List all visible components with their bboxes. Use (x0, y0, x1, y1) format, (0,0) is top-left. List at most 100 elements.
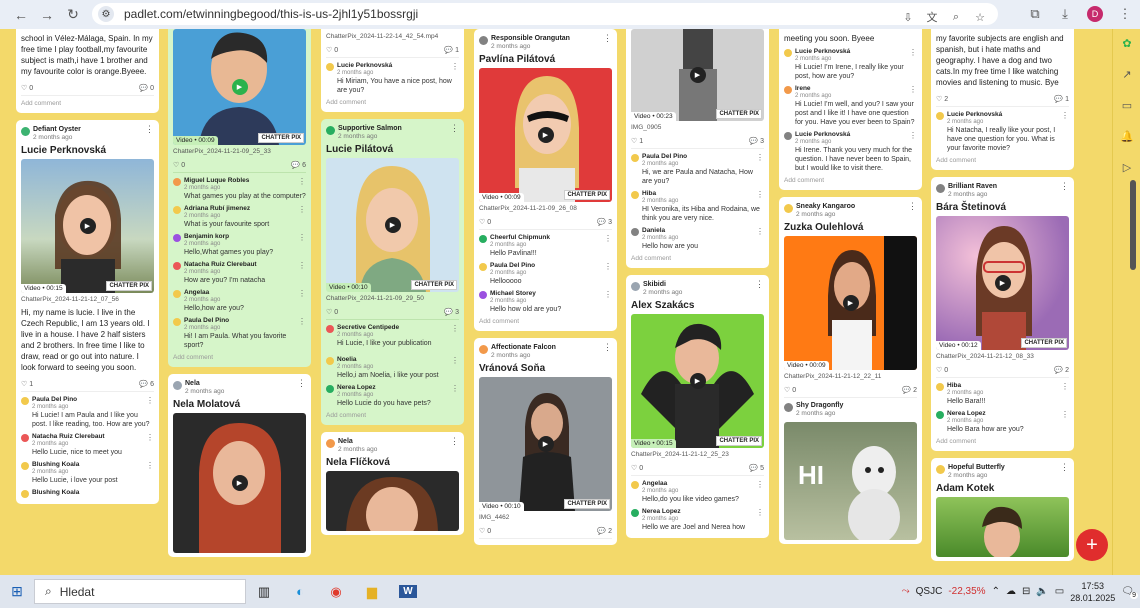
install-app-icon[interactable]: ⇩ (898, 7, 918, 27)
comment-menu-icon[interactable]: ⋮ (604, 290, 612, 299)
comment-menu-icon[interactable]: ⋮ (298, 317, 306, 326)
site-info-icon[interactable]: ⚙ (98, 6, 114, 22)
like-icon[interactable]: ♡ 0 (784, 386, 796, 394)
comment-menu-icon[interactable]: ⋮ (298, 261, 306, 270)
add-comment[interactable]: Add comment (479, 318, 612, 325)
comment-menu-icon[interactable]: ⋮ (146, 461, 154, 470)
comment-menu-icon[interactable]: ⋮ (146, 396, 154, 405)
comment-icon[interactable]: 💬 6 (139, 380, 154, 388)
comment-menu-icon[interactable]: ⋮ (909, 48, 917, 57)
bookmark-star-icon[interactable]: ☆ (970, 7, 990, 27)
video-thumbnail[interactable]: ▶ Video • 00:10 CHATTER PIX (479, 377, 612, 511)
post-card[interactable]: ▶ Video • 00:23 CHATTER PIX IMG_0905 ♡ 1… (626, 29, 769, 268)
profile-button[interactable]: D (1080, 2, 1110, 26)
post-card[interactable]: ⋮ Brilliant Raven 2 months ago Bára Šteti… (931, 177, 1074, 451)
comment-menu-icon[interactable]: ⋮ (756, 480, 764, 489)
like-icon[interactable]: ♡ 0 (21, 84, 33, 92)
comment-menu-icon[interactable]: ⋮ (909, 85, 917, 94)
post-card[interactable]: ⋮ Affectionate Falcon 2 months ago Vránov… (474, 338, 617, 545)
post-card[interactable]: ⋮ Sneaky Kangaroo 2 months ago Zuzka Oule… (779, 197, 922, 544)
chevron-up-icon[interactable]: ⌃ (992, 586, 1000, 597)
comment-icon[interactable]: 💬 3 (597, 218, 612, 226)
comment-menu-icon[interactable]: ⋮ (1061, 410, 1069, 419)
comment-icon[interactable]: 💬 6 (291, 161, 306, 169)
video-thumbnail[interactable]: ▶ Video • 00:15 CHATTER PIX (631, 314, 764, 448)
post-card[interactable]: ⋮ Hopeful Butterfly 2 months ago Adam Kot… (931, 458, 1074, 561)
video-thumbnail[interactable]: HI (784, 422, 917, 540)
add-post-button[interactable]: + (1076, 529, 1108, 561)
comment-menu-icon[interactable]: ⋮ (756, 508, 764, 517)
add-comment[interactable]: Add comment (784, 177, 917, 184)
video-thumbnail[interactable]: ▶ Video • 00:12 CHATTER PIX (936, 216, 1069, 350)
comment-menu-icon[interactable]: ⋮ (604, 262, 612, 271)
like-icon[interactable]: ♡ 0 (479, 218, 491, 226)
post-menu-icon[interactable]: ⋮ (908, 202, 917, 211)
notifications-bell-icon[interactable]: 🔔 (1113, 122, 1140, 153)
add-comment[interactable]: Add comment (173, 354, 306, 361)
comment-icon[interactable]: 💬 2 (1054, 366, 1069, 374)
play-icon[interactable]: ▶ (689, 67, 706, 83)
play-icon[interactable]: ▶ (79, 218, 96, 234)
comment-menu-icon[interactable]: ⋮ (604, 234, 612, 243)
post-card[interactable]: ⋮ Skibidi 2 months ago Alex Szakács ▶ Vid… (626, 275, 769, 538)
post-card[interactable]: ⋮ Defiant Oyster 2 months ago Lucie Perkn… (16, 120, 159, 504)
like-icon[interactable]: ♡ 0 (326, 46, 338, 54)
video-thumbnail[interactable]: ▶ Video • 00:15 CHATTER PIX (21, 159, 154, 293)
comment-menu-icon[interactable]: ⋮ (451, 384, 459, 393)
comment-menu-icon[interactable]: ⋮ (909, 131, 917, 140)
chrome-browser-icon[interactable]: ◉ (318, 575, 354, 608)
comment-menu-icon[interactable]: ⋮ (756, 190, 764, 199)
extensions-icon[interactable]: ⧉ (1020, 2, 1050, 26)
comment-icon[interactable]: 💬 0 (139, 84, 154, 92)
stock-widget-icon[interactable]: ⤳ (902, 586, 910, 597)
video-thumbnail[interactable]: ▶ Video • 00:09 CHATTER PIX (479, 68, 612, 202)
taskbar-search[interactable]: ⌕ Hledat (34, 579, 246, 604)
back-icon[interactable]: ← (8, 2, 34, 28)
downloads-icon[interactable]: ⤓ (1050, 2, 1080, 26)
play-slideshow-icon[interactable]: ▷ (1113, 153, 1140, 184)
comment-menu-icon[interactable]: ⋮ (298, 177, 306, 186)
post-menu-icon[interactable]: ⋮ (145, 125, 154, 134)
add-comment[interactable]: Add comment (326, 412, 459, 419)
video-thumbnail[interactable] (326, 471, 459, 531)
post-menu-icon[interactable]: ⋮ (297, 379, 306, 388)
like-icon[interactable]: ♡ 1 (21, 380, 33, 388)
add-comment[interactable]: Add comment (936, 157, 1069, 164)
add-comment[interactable]: Add comment (631, 255, 764, 262)
post-card[interactable]: ⋮ Supportive Salmon 2 months ago Lucie Pi… (321, 119, 464, 425)
share-icon[interactable]: ↗ (1113, 60, 1140, 91)
comment-menu-icon[interactable]: ⋮ (756, 227, 764, 236)
post-card[interactable]: ChatterPix_2024-11-22-14_42_54.mp4 ♡ 0 💬 … (321, 29, 464, 112)
post-card[interactable]: ⋮ Nela 2 months ago Nela Flíčková (321, 432, 464, 535)
comment-menu-icon[interactable]: ⋮ (451, 356, 459, 365)
play-icon[interactable]: ▶ (537, 127, 554, 143)
scrollbar-thumb[interactable] (1130, 180, 1136, 270)
comment-menu-icon[interactable]: ⋮ (298, 289, 306, 298)
comment-menu-icon[interactable]: ⋮ (146, 433, 154, 442)
menu-kebab-icon[interactable]: ⋮ (1110, 2, 1140, 26)
zoom-icon[interactable]: ⌕ (946, 7, 966, 27)
video-thumbnail[interactable]: ▶ Video • 00:23 CHATTER PIX (631, 29, 764, 121)
battery-icon[interactable]: ▭ (1055, 586, 1064, 597)
clock[interactable]: 17:53 28.01.2025 (1070, 580, 1115, 604)
play-icon[interactable]: ▶ (231, 79, 248, 95)
post-card[interactable]: school in Vélez-Málaga, Spain. In my fre… (16, 29, 159, 113)
post-card[interactable]: ⋮ Nela 2 months ago Nela Molatová ▶ (168, 374, 311, 557)
post-menu-icon[interactable]: ⋮ (450, 124, 459, 133)
slideshow-icon[interactable]: ▭ (1113, 91, 1140, 122)
post-menu-icon[interactable]: ⋮ (603, 343, 612, 352)
like-icon[interactable]: ♡ 0 (631, 464, 643, 472)
post-card[interactable]: my favorite subjects are english and spa… (931, 29, 1074, 170)
notifications-icon[interactable]: 🗨 9 (1121, 586, 1138, 599)
post-menu-icon[interactable]: ⋮ (1060, 463, 1069, 472)
post-card[interactable]: ▶ Video • 00:09 CHATTER PIX ChatterPix_2… (168, 29, 311, 367)
play-icon[interactable]: ▶ (689, 373, 706, 389)
comment-icon[interactable]: 💬 1 (444, 46, 459, 54)
comment-menu-icon[interactable]: ⋮ (756, 153, 764, 162)
like-icon[interactable]: ♡ 0 (479, 527, 491, 535)
comment-icon[interactable]: 💬 2 (902, 386, 917, 394)
like-icon[interactable]: ♡ 1 (631, 137, 643, 145)
edge-browser-icon[interactable]: ◐ (282, 575, 318, 608)
play-icon[interactable]: ▶ (994, 275, 1011, 291)
post-card[interactable]: meeting you soon. Byeee Lucie Perknovská… (779, 29, 922, 190)
